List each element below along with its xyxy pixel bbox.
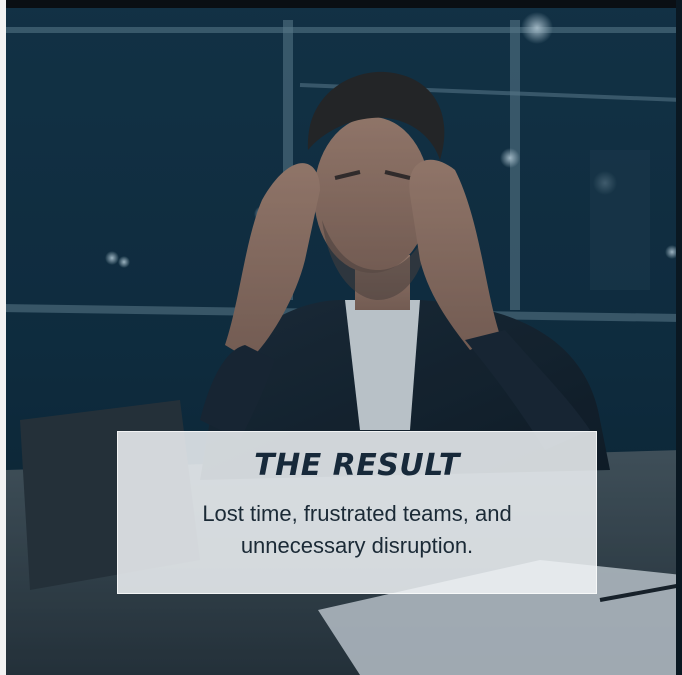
caption-body: Lost time, frustrated teams, and unneces… [202,501,512,558]
image-card: THE RESULT Lost time, frustrated teams, … [0,0,682,675]
right-border [676,0,682,675]
caption-title: THE RESULT [254,448,460,483]
caption-box: THE RESULT Lost time, frustrated teams, … [117,431,597,594]
left-border [0,0,6,675]
top-dark-strip [0,0,682,8]
